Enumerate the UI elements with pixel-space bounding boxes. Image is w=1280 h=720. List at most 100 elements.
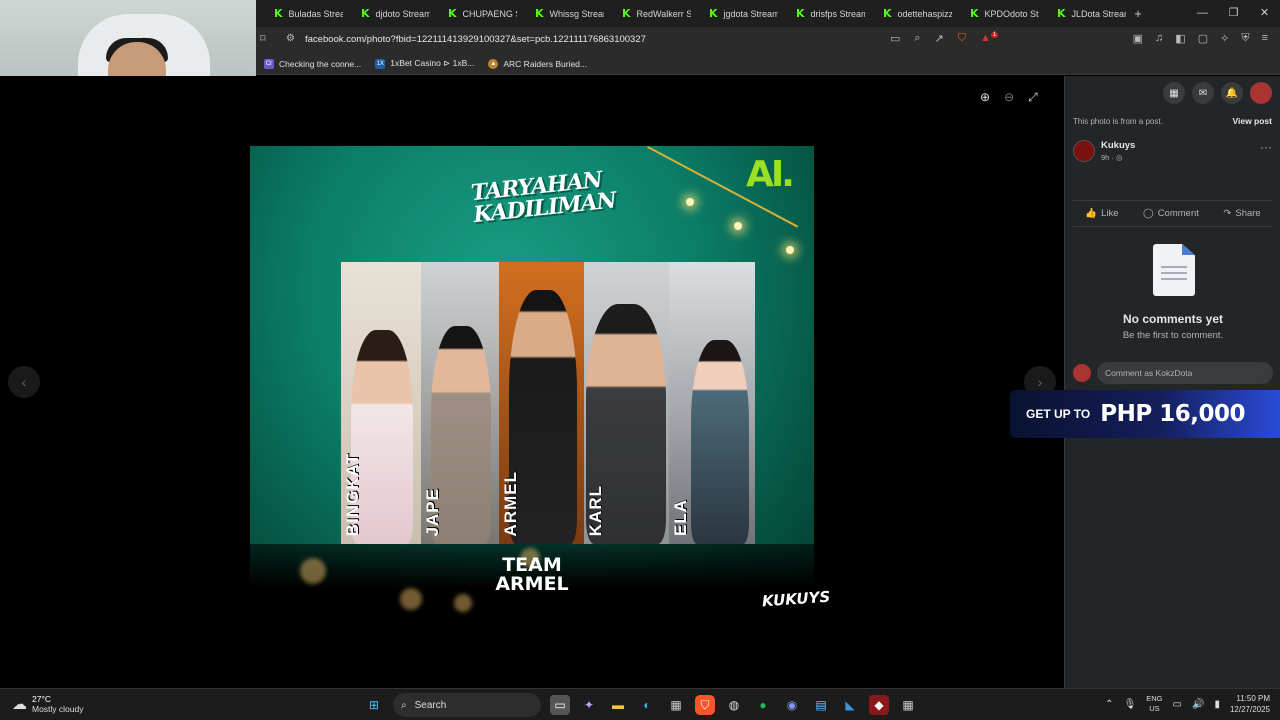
bookmark-item[interactable]: Cr Checking the conne... [264,58,361,69]
leo-ai-icon[interactable]: ✧ [1220,32,1229,45]
browser-tab[interactable]: KWhissg Stream [517,0,604,27]
bookmarks-bar: Cr Checking the conne... 1X 1xBet Casino ⊳… [256,53,1280,75]
kick-icon: K [970,7,979,20]
zoom-in-icon[interactable]: ⊕ [980,90,990,105]
kick-icon: K [622,7,631,20]
comment-composer: Comment as KokzDota [1073,362,1273,384]
browser-tab[interactable]: Kdjdoto Stream [343,0,430,27]
site-info-icon[interactable]: ⚙ [286,33,295,44]
post-actions: 👍 Like ◯ Comment ↷ Share [1073,200,1273,227]
copilot-icon[interactable]: ✦ [579,695,599,715]
browser-tab[interactable]: KKPDOdoto Stre [952,0,1039,27]
bokeh-light [400,588,422,610]
kick-icon: K [883,7,892,20]
chevron-up-icon[interactable]: ⌃ [1105,699,1113,710]
browser-tab[interactable]: KBuladas Stream [256,0,343,27]
notepad-icon[interactable]: ▤ [811,695,831,715]
spotify-icon[interactable]: ● [753,695,773,715]
fullscreen-icon[interactable]: ⤢ [1028,90,1038,105]
sidebar-toggle-icon[interactable]: ▣ [1133,32,1143,45]
empty-document-icon [1153,244,1195,296]
zoom-out-icon[interactable]: ⊖ [1004,90,1014,105]
viewer-controls: ⊕ ⊖ ⤢ [980,90,1038,105]
comment-icon: ◯ [1143,208,1154,219]
thumbs-up-icon: 👍 [1085,208,1098,219]
bookmark-icon[interactable]: ⌑ [260,32,266,45]
promo-banner[interactable]: GET UP TO PHP 16,000 [1010,390,1280,438]
no-comments-subtitle: Be the first to comment. [1122,330,1224,341]
player-strip: JAPE [421,262,499,544]
discord-icon[interactable]: ◉ [782,695,802,715]
browser-tab[interactable]: Kjgdota Stream [691,0,778,27]
search-box[interactable]: ⌕ Search [393,693,541,717]
more-options-icon[interactable]: ··· [1260,140,1272,162]
browser-tab[interactable]: K JLDota Stream [1039,0,1126,27]
site-favicon: Cr [264,58,274,69]
brave-shield-icon[interactable]: ⛉ [958,32,966,45]
tab-bar: KBuladas Stream Kdjdoto Stream KCHUPAENG… [256,0,1280,27]
messenger-icon[interactable]: ✉ [1192,82,1214,104]
bokeh-light [454,594,472,612]
vscode-icon[interactable]: ◣ [840,695,860,715]
microphone-icon[interactable]: 🎙 [1124,699,1137,710]
browser-tab[interactable]: KRedWalkerr Str [604,0,691,27]
minimize-icon[interactable]: — [1187,0,1218,27]
language-indicator[interactable]: ENG US [1146,694,1162,714]
clock[interactable]: 11:50 PM 12/27/2025 [1230,693,1270,715]
like-button[interactable]: 👍 Like [1085,208,1118,219]
share-button[interactable]: ↷ Share [1223,208,1260,219]
vpn-icon[interactable]: ⛨ [1241,32,1249,45]
doc-line [1161,278,1187,280]
apps-menu-icon[interactable]: ▦ [1163,82,1185,104]
wallet-icon[interactable]: ▢ [1198,32,1208,45]
bookmark-item[interactable]: ▲ ARC Raiders Buried... [488,58,587,69]
toolbar-actions: ▣ ♫ ◧ ▢ ✧ ⛨ ≡ [1133,32,1268,45]
new-tab-button[interactable]: + [1126,6,1150,21]
share-arrow-icon: ↷ [1223,208,1232,219]
comment-input[interactable]: Comment as KokzDota [1097,362,1273,384]
from-post-text: This photo is from a post. [1073,116,1163,126]
task-view-icon[interactable]: ▭ [550,695,570,715]
display-icon[interactable]: ▭ [1173,699,1182,710]
bookmark-item[interactable]: 1X 1xBet Casino ⊳ 1xB... [375,58,474,69]
edge-icon[interactable]: ◐ [637,695,657,715]
restore-icon[interactable]: ❐ [1218,0,1249,27]
player-name: BINGKAT [343,452,362,536]
zoom-icon[interactable]: ⌕ [914,32,920,45]
address-bar: ⌑ ⚙ facebook.com/photo?fbid=122111413929… [256,27,1280,53]
store-icon[interactable]: ▦ [666,695,686,715]
site-favicon: 1X [375,58,386,69]
browser-tab[interactable]: Kdrisfps Stream [778,0,865,27]
split-view-icon[interactable]: ◧ [1175,32,1185,45]
comment-button[interactable]: ◯ Comment [1143,208,1199,219]
menu-icon[interactable]: ≡ [1262,32,1268,45]
start-icon[interactable]: ⊞ [364,695,384,715]
notifications-icon[interactable]: 🔔 [1221,82,1243,104]
share-icon[interactable]: ↗ [935,32,944,45]
weather-widget[interactable]: ☁ 27°C Mostly cloudy [12,694,84,714]
battery-icon[interactable]: ▮ [1214,699,1220,710]
kick-icon: K [796,7,805,20]
view-post-link[interactable]: View post [1232,116,1272,126]
player-strip: ARMEL [499,262,584,544]
brave-rewards-icon[interactable]: ▲ 1 [980,32,999,45]
volume-icon[interactable]: 🔊 [1192,699,1204,710]
author-name[interactable]: Kukuys [1101,140,1135,151]
cast-icon[interactable]: ▭ [890,32,900,45]
brave-icon[interactable]: ⛉ [695,695,715,715]
kick-icon: K [1057,7,1066,20]
profile-avatar[interactable] [1250,82,1272,104]
dota-icon[interactable]: ◆ [869,695,889,715]
previous-photo-button[interactable]: ‹ [8,366,40,398]
chrome-icon[interactable]: ◍ [724,695,744,715]
author-avatar[interactable] [1073,140,1095,162]
post-side-panel: ▦ ✉ 🔔 This photo is from a post. View po… [1064,76,1280,688]
url-field[interactable]: facebook.com/photo?fbid=1221114139291003… [305,34,646,45]
file-explorer-icon[interactable]: ▬ [608,695,628,715]
media-icon[interactable]: ♫ [1155,32,1163,45]
browser-tab[interactable]: KCHUPAENG Str [430,0,517,27]
close-icon[interactable]: ✕ [1249,0,1280,27]
calculator-icon[interactable]: ▦ [898,695,918,715]
browser-tab[interactable]: Kodettehaspizza [865,0,952,27]
bokeh-light [300,558,326,584]
